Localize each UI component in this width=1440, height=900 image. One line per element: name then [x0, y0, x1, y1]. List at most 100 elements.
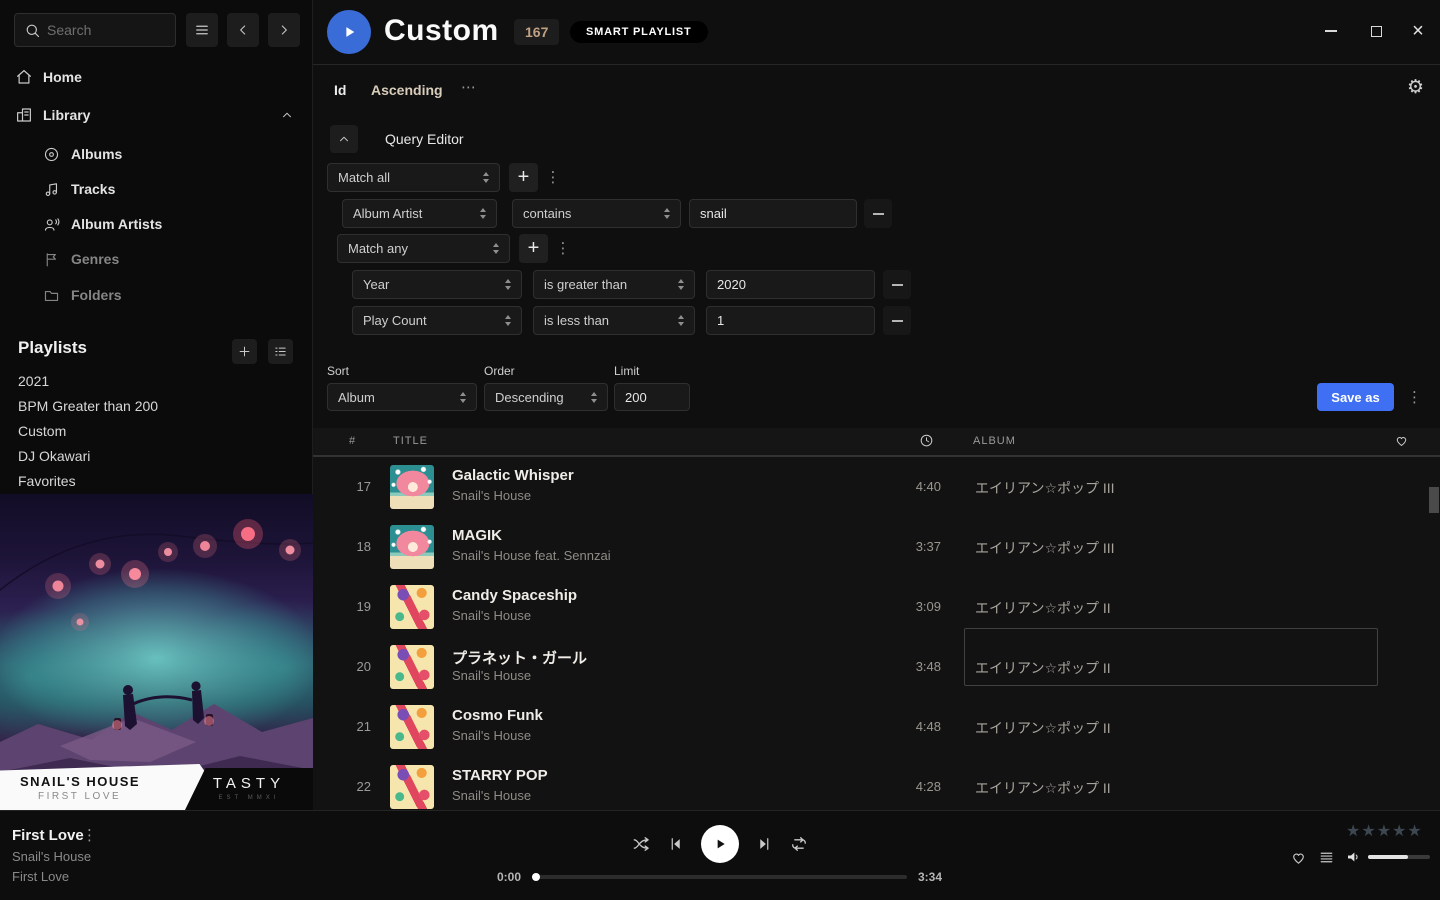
window-minimize-button[interactable] — [1317, 17, 1345, 45]
track-number: 18 — [333, 539, 371, 554]
favorite-heart-icon[interactable] — [1394, 433, 1409, 451]
chevron-right-icon — [276, 22, 292, 38]
sidebar-item-albums[interactable]: Albums — [0, 139, 312, 169]
track-duration: 4:28 — [873, 779, 941, 794]
sidebar-item-home[interactable]: Home — [0, 62, 312, 92]
volume-slider[interactable] — [1368, 855, 1430, 859]
playlist-item[interactable]: Favorites — [18, 468, 288, 493]
volume-icon — [1345, 848, 1363, 866]
play-playlist-button[interactable] — [327, 10, 371, 54]
menu-button[interactable] — [186, 13, 218, 47]
table-row[interactable]: 18 MAGIK Snail's House feat. Sennzai 3:3… — [313, 517, 1440, 577]
column-header-index[interactable]: # — [349, 435, 356, 447]
rule-value-input[interactable] — [689, 199, 857, 228]
sidebar-item-folders[interactable]: Folders — [0, 280, 312, 310]
app-window: Home Library Albums Tracks Album Artists… — [0, 0, 1440, 900]
list-sort-direction[interactable]: Ascending — [371, 82, 443, 98]
sidebar-item-genres[interactable]: Genres — [0, 244, 312, 274]
query-editor-collapse-button[interactable] — [330, 125, 358, 153]
match-type-select[interactable]: Match all — [327, 163, 500, 192]
sidebar-item-label: Album Artists — [71, 216, 162, 232]
sidebar-item-library[interactable]: Library — [0, 100, 312, 130]
save-as-button[interactable]: Save as — [1317, 383, 1394, 411]
group-options-button[interactable]: ⋮ — [556, 234, 570, 263]
search-box[interactable] — [14, 13, 176, 47]
volume-button[interactable] — [1345, 848, 1363, 866]
repeat-button[interactable] — [789, 834, 809, 854]
add-rule-button[interactable]: + — [519, 234, 548, 263]
shuffle-button[interactable] — [631, 834, 651, 854]
rule-field-select[interactable]: Play Count — [352, 306, 522, 335]
dots-vertical-icon: ⋮ — [546, 170, 561, 185]
rule-field-select[interactable]: Year — [352, 270, 522, 299]
star-icon[interactable]: ★ — [1392, 821, 1406, 840]
previous-track-button[interactable] — [667, 835, 685, 853]
column-header-title[interactable]: TITLE — [393, 435, 428, 447]
playlist-item[interactable]: 2021 — [18, 368, 288, 393]
playlist-list-button[interactable] — [268, 339, 293, 364]
header-divider — [313, 64, 1440, 65]
search-input[interactable] — [47, 14, 171, 46]
table-row[interactable]: 17 Galactic Whisper Snail's House 4:40 エ… — [313, 457, 1440, 517]
favorite-button[interactable] — [1290, 849, 1307, 866]
track-artist: Snail's House — [452, 488, 531, 503]
rule-field-select[interactable]: Album Artist — [342, 199, 497, 228]
rule-operator-select[interactable]: contains — [512, 199, 681, 228]
playlist-item[interactable]: BPM Greater than 200 — [18, 393, 288, 418]
play-pause-button[interactable] — [701, 825, 739, 863]
star-icon[interactable]: ★ — [1361, 821, 1375, 840]
table-row[interactable]: 22 STARRY POP Snail's House 4:28 エイリアン☆ポ… — [313, 757, 1440, 810]
add-playlist-button[interactable] — [232, 339, 257, 364]
sidebar-item-tracks[interactable]: Tracks — [0, 174, 312, 204]
track-title: Galactic Whisper — [452, 467, 574, 484]
table-row[interactable]: 21 Cosmo Funk Snail's House 4:48 エイリアン☆ポ… — [313, 697, 1440, 757]
star-icon[interactable]: ★ — [1377, 821, 1391, 840]
remove-rule-button[interactable] — [883, 306, 911, 335]
settings-gear-icon[interactable]: ⚙ — [1407, 78, 1424, 97]
star-icon[interactable]: ★ — [1346, 821, 1360, 840]
rule-operator-select[interactable]: is less than — [533, 306, 695, 335]
chevron-up-icon[interactable] — [280, 108, 294, 122]
window-maximize-button[interactable] — [1362, 17, 1390, 45]
remove-rule-button[interactable] — [864, 199, 892, 228]
selected-album-cell-outline — [964, 628, 1378, 686]
now-playing-options-button[interactable]: ⋮ — [82, 828, 97, 843]
match-type-select[interactable]: Match any — [337, 234, 510, 263]
group-options-button[interactable]: ⋮ — [546, 163, 560, 192]
list-sort-field[interactable]: Id — [334, 82, 346, 98]
nav-back-button[interactable] — [227, 13, 259, 47]
rule-value-input[interactable] — [706, 270, 875, 299]
nav-forward-button[interactable] — [268, 13, 300, 47]
order-select[interactable]: Descending — [484, 383, 608, 411]
column-header-album[interactable]: ALBUM — [973, 435, 1016, 447]
vertical-scrollbar-thumb[interactable] — [1429, 487, 1439, 513]
window-close-button[interactable]: × — [1404, 17, 1432, 45]
sidebar-item-album-artists[interactable]: Album Artists — [0, 209, 312, 239]
queue-button[interactable] — [1318, 849, 1335, 866]
remove-rule-button[interactable] — [883, 270, 911, 299]
music-note-icon — [43, 181, 61, 198]
seek-thumb[interactable] — [532, 873, 540, 881]
limit-input[interactable] — [614, 383, 690, 411]
track-number: 17 — [333, 479, 371, 494]
add-rule-button[interactable]: + — [509, 163, 538, 192]
save-options-button[interactable]: ⋮ — [1407, 383, 1422, 411]
track-thumbnail — [390, 525, 434, 569]
now-playing-album[interactable]: First Love — [12, 869, 69, 884]
rule-operator-select[interactable]: is greater than — [533, 270, 695, 299]
more-options-button[interactable]: ⋯ — [461, 80, 476, 95]
sidebar: Home Library Albums Tracks Album Artists… — [0, 0, 313, 810]
track-album: エイリアン☆ポップ II — [975, 598, 1111, 618]
duration-clock-icon[interactable] — [919, 433, 934, 451]
elapsed-time: 0:00 — [455, 870, 521, 884]
next-track-button[interactable] — [755, 835, 773, 853]
hamburger-icon — [193, 21, 211, 39]
playlist-item[interactable]: DJ Okawari — [18, 443, 288, 468]
skip-next-icon — [755, 835, 773, 853]
seek-bar[interactable] — [532, 875, 907, 879]
star-icon[interactable]: ★ — [1407, 821, 1421, 840]
sort-select[interactable]: Album — [327, 383, 477, 411]
rule-value-input[interactable] — [706, 306, 875, 335]
playlist-item[interactable]: Custom — [18, 418, 288, 443]
now-playing-artist[interactable]: Snail's House — [12, 849, 91, 864]
